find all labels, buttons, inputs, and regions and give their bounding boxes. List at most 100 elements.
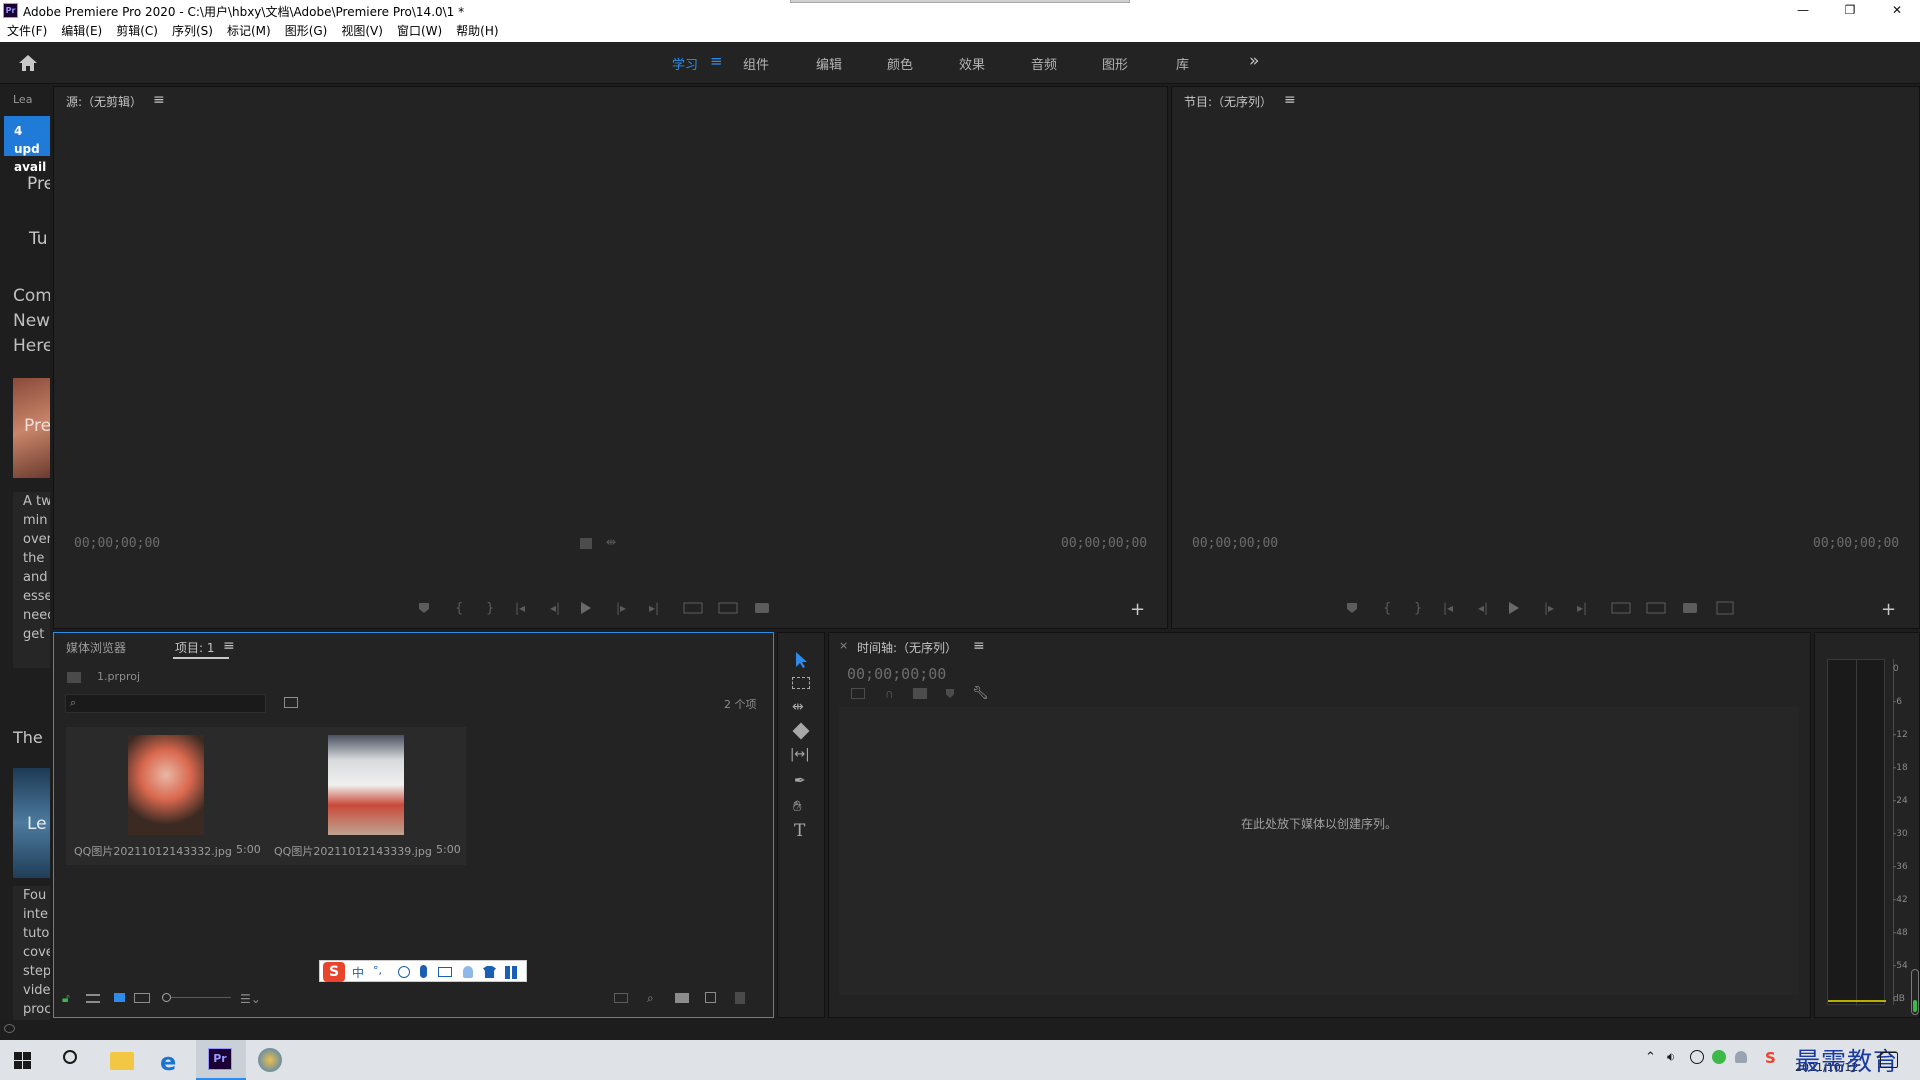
sort-icons-icon[interactable]: ☰⌄ — [240, 992, 261, 1006]
project-item-1[interactable]: QQ图片20211012143332.jpg 5:00 — [66, 727, 266, 865]
home-icon[interactable] — [18, 54, 38, 72]
menu-help[interactable]: 帮助(H) — [456, 21, 498, 42]
notification-center-icon[interactable] — [1880, 1052, 1898, 1068]
sogou-tray-icon[interactable]: S — [1765, 1049, 1776, 1067]
toolbox-grid-icon[interactable] — [505, 966, 518, 979]
new-item-icon[interactable] — [705, 992, 716, 1003]
tutorial-card-2-desc[interactable]: Fou inte tuto cove step vide proc — [13, 886, 50, 1022]
ime-toolbar[interactable]: S 中 °, — [319, 960, 527, 982]
program-timecode-current[interactable]: 00;00;00;00 — [1192, 536, 1278, 551]
timeline-timecode[interactable]: 00;00;00;00 — [847, 665, 946, 683]
ime-mode-chinese[interactable]: 中 — [352, 964, 364, 981]
drop-face-icon[interactable] — [580, 538, 592, 549]
automate-to-sequence-icon[interactable] — [614, 993, 628, 1003]
ie-browser-icon[interactable]: e — [160, 1048, 176, 1076]
menu-clip[interactable]: 剪辑(C) — [116, 21, 158, 42]
project-item-2[interactable]: QQ图片20211012143339.jpg 5:00 — [266, 727, 466, 865]
ime-punct-icon[interactable]: °, — [373, 964, 382, 977]
tray-chevron-up-icon[interactable]: ⌃ — [1645, 1050, 1656, 1065]
insert-overwrite-icon[interactable]: ⇹ — [606, 535, 616, 549]
workspace-editing[interactable]: 编辑 — [816, 54, 842, 73]
media-app-icon[interactable] — [258, 1048, 282, 1072]
program-monitor-menu-icon[interactable]: ≡ — [1284, 92, 1296, 108]
timeline-close-icon[interactable]: × — [839, 639, 848, 652]
close-button[interactable]: ✕ — [1874, 0, 1920, 21]
tutorial-card-2-thumbnail[interactable]: Le — [13, 768, 50, 878]
new-search-bin-icon[interactable] — [284, 697, 298, 708]
workspace-audio[interactable]: 音频 — [1031, 54, 1057, 73]
user-icon[interactable] — [463, 966, 473, 978]
status-icon[interactable] — [4, 1024, 15, 1033]
timeline-title[interactable]: 时间轴:（无序列） — [857, 639, 957, 656]
slip-tool-icon[interactable]: |↔| — [790, 747, 810, 762]
tutorial-card-1-thumbnail[interactable]: Pre — [13, 378, 50, 478]
nest-toggle-icon[interactable] — [851, 688, 865, 699]
program-monitor-title[interactable]: 节目:（无序列） — [1184, 93, 1272, 110]
maximize-button[interactable]: ❐ — [1827, 0, 1873, 21]
workspace-color[interactable]: 颜色 — [887, 54, 913, 73]
updates-banner[interactable]: 4 upd avail — [4, 116, 50, 174]
track-select-tool-icon[interactable] — [792, 677, 810, 689]
menu-window[interactable]: 窗口(W) — [397, 21, 442, 42]
windows-start-icon[interactable] — [14, 1052, 31, 1069]
timeline-settings-wrench-icon[interactable]: 🔧︎ — [972, 686, 989, 701]
selection-tool-icon[interactable] — [794, 651, 810, 669]
ripple-edit-tool-icon[interactable]: ⇹ — [792, 699, 804, 715]
security-tray-icon[interactable] — [1712, 1050, 1726, 1064]
trash-icon[interactable] — [735, 992, 745, 1004]
workspace-learning[interactable]: 学习 — [672, 54, 698, 73]
list-view-icon[interactable] — [86, 994, 100, 1003]
emoji-icon[interactable] — [398, 966, 410, 978]
timeline-menu-icon[interactable]: ≡ — [973, 638, 985, 654]
type-tool-icon[interactable]: T — [794, 821, 805, 841]
network-globe-icon[interactable] — [1690, 1050, 1704, 1064]
taskbar-premiere-active[interactable]: Pr — [196, 1040, 246, 1080]
linked-selection-icon[interactable] — [913, 688, 927, 699]
search-icon[interactable] — [63, 1050, 77, 1064]
menu-marker[interactable]: 标记(M) — [227, 21, 271, 42]
project-menu-icon[interactable]: ≡ — [223, 638, 235, 654]
microphone-icon[interactable] — [420, 965, 427, 978]
lock-icon[interactable]: 🔓︎ — [62, 991, 70, 1006]
hand-tool-icon[interactable]: ✋︎ — [793, 797, 802, 815]
menu-graphics[interactable]: 图形(G) — [285, 21, 328, 42]
learn-tab[interactable]: Lea — [13, 93, 32, 106]
source-monitor-title[interactable]: 源:（无剪辑） — [66, 93, 142, 110]
audio-meter-scrollbar[interactable] — [1911, 969, 1919, 1015]
workspace-effects[interactable]: 效果 — [959, 54, 985, 73]
add-marker-icon[interactable] — [946, 689, 954, 698]
workspace-menu-icon[interactable]: ≡ — [710, 52, 723, 70]
pen-tool-icon[interactable]: ✒ — [794, 773, 806, 789]
workspace-overflow-icon[interactable]: » — [1249, 51, 1259, 71]
skin-shirt-icon[interactable] — [483, 966, 496, 978]
tab-media-browser[interactable]: 媒体浏览器 — [66, 639, 126, 656]
find-icon[interactable]: ⌕ — [647, 991, 654, 1006]
source-timecode-current[interactable]: 00;00;00;00 — [74, 536, 160, 551]
menu-view[interactable]: 视图(V) — [341, 21, 383, 42]
snap-icon[interactable]: ∩ — [885, 687, 894, 701]
source-monitor-menu-icon[interactable]: ≡ — [153, 92, 165, 108]
freeform-view-icon[interactable] — [134, 993, 150, 1003]
timeline-track-area[interactable]: 在此处放下媒体以创建序列。 — [839, 707, 1799, 995]
zoom-slider-track[interactable] — [171, 997, 231, 998]
program-add-button-icon[interactable]: + — [1881, 599, 1896, 620]
tab-project[interactable]: 项目: 1 — [175, 639, 215, 656]
workspace-assembly[interactable]: 组件 — [743, 54, 769, 73]
program-transport-controls[interactable]: { } |◂ ◂| |▸ ▸| — [1347, 599, 1767, 617]
file-explorer-icon[interactable] — [110, 1052, 134, 1070]
user-tray-icon[interactable] — [1735, 1051, 1747, 1063]
icon-view-icon[interactable] — [114, 993, 125, 1002]
source-transport-controls[interactable]: { } |◂ ◂| |▸ ▸| — [419, 599, 859, 617]
zoom-slider-handle[interactable] — [162, 993, 171, 1002]
workspace-libraries[interactable]: 库 — [1176, 54, 1189, 73]
workspace-graphics[interactable]: 图形 — [1102, 54, 1128, 73]
menu-edit[interactable]: 编辑(E) — [61, 21, 102, 42]
menu-file[interactable]: 文件(F) — [7, 21, 47, 42]
razor-tool-icon[interactable] — [792, 722, 810, 740]
minimize-button[interactable]: — — [1780, 0, 1826, 21]
keyboard-icon[interactable] — [438, 967, 452, 977]
volume-icon[interactable]: 🔉︎ — [1667, 1050, 1675, 1065]
tutorial-card-1-desc[interactable]: A twminovertheandesseneedget — [13, 492, 50, 668]
source-add-button-icon[interactable]: + — [1130, 599, 1145, 620]
menu-sequence[interactable]: 序列(S) — [172, 21, 213, 42]
